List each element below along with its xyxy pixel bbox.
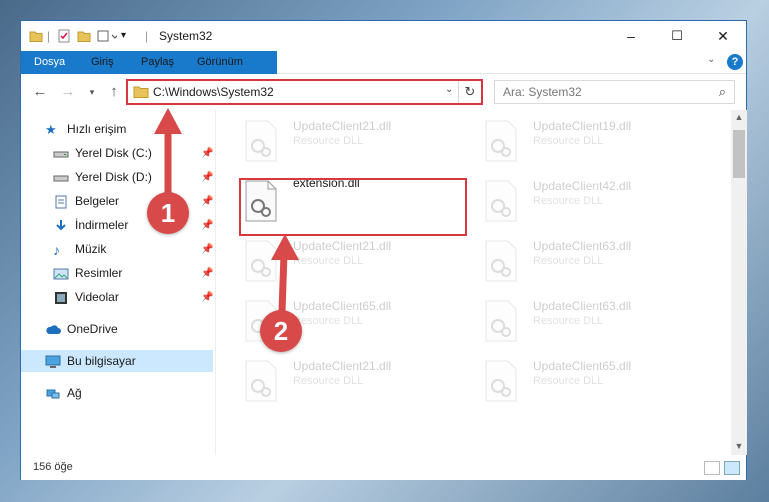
arrow-1-head (154, 108, 182, 134)
step-1-marker: 1 (147, 192, 189, 234)
step-2-marker: 2 (260, 310, 302, 352)
arrow-2-shaft (278, 253, 288, 313)
annotation-arrows (154, 108, 299, 313)
arrow-2-head (271, 234, 299, 260)
